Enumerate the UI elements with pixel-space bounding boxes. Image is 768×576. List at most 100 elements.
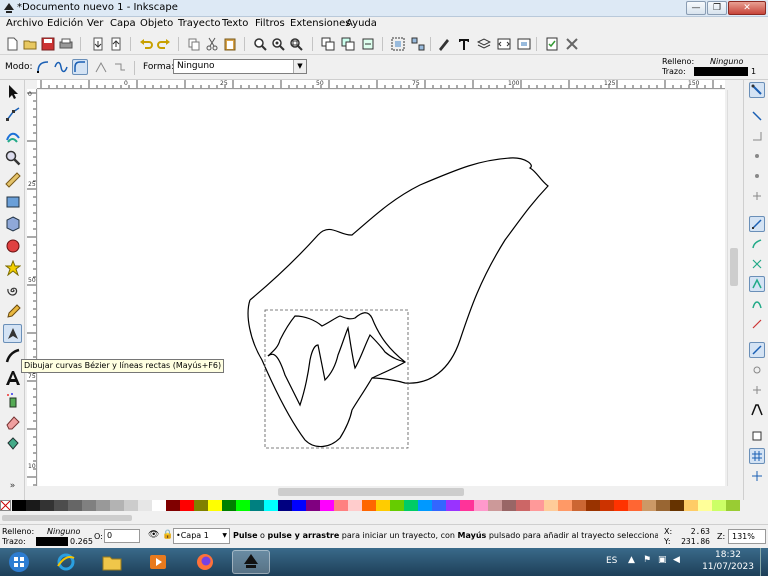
pencil-tool-icon[interactable] [3,302,22,321]
spiral-tool-icon[interactable] [3,280,22,299]
group-icon[interactable] [390,36,405,51]
palette-swatch[interactable] [152,500,166,511]
file-explorer-icon[interactable] [93,550,131,574]
no-paint-swatch[interactable] [0,500,11,511]
snap-enable-icon[interactable] [749,82,765,98]
palette-swatch[interactable] [40,500,54,511]
box3d-tool-icon[interactable] [3,214,22,233]
palette-swatch[interactable] [530,500,544,511]
layer-visibility-icon[interactable]: 👁 [148,530,159,540]
star-tool-icon[interactable] [3,258,22,277]
menu-ayuda[interactable]: Ayuda [346,18,377,29]
node-tool-icon[interactable] [3,104,22,123]
mode-zigzag-icon[interactable] [93,59,109,75]
clock-date[interactable]: 11/07/2023 [700,562,756,572]
clock-time[interactable]: 18:32 [706,550,750,560]
menu-filtros[interactable]: Filtros [255,18,285,29]
palette-swatch[interactable] [586,500,600,511]
print-icon[interactable] [58,36,73,51]
ungroup-icon[interactable] [410,36,425,51]
palette-swatch[interactable] [376,500,390,511]
palette-swatch[interactable] [138,500,152,511]
palette-swatch[interactable] [572,500,586,511]
palette-swatch[interactable] [250,500,264,511]
menu-texto[interactable]: Texto [222,18,248,29]
ellipse-tool-icon[interactable] [3,236,22,255]
palette-swatch[interactable] [292,500,306,511]
menu-capa[interactable]: Capa [110,18,136,29]
palette-swatch[interactable] [194,500,208,511]
palette-swatch[interactable] [684,500,698,511]
close-button[interactable]: ✕ [728,1,766,15]
network-icon[interactable]: ▣ [658,555,667,565]
palette-swatch[interactable] [670,500,684,511]
palette-swatch[interactable] [656,500,670,511]
palette-swatch[interactable] [54,500,68,511]
palette-swatch[interactable] [474,500,488,511]
undo-icon[interactable] [138,36,153,51]
palette-swatch[interactable] [698,500,712,511]
save-icon[interactable] [40,36,55,51]
palette-swatch[interactable] [712,500,726,511]
palette-swatch[interactable] [418,500,432,511]
palette-scroll-thumb[interactable] [2,515,132,521]
eraser-tool-icon[interactable] [3,412,22,431]
palette-swatch[interactable] [390,500,404,511]
selector-tool-icon[interactable] [3,82,22,101]
open-icon[interactable] [22,36,37,51]
palette-swatch[interactable] [222,500,236,511]
mode-regular-bezier-icon[interactable] [35,59,51,75]
palette-swatch[interactable] [600,500,614,511]
volume-icon[interactable]: ◀ [673,555,680,565]
paint-bucket-tool-icon[interactable] [3,434,22,453]
layer-lock-icon[interactable]: 🔒 [162,530,173,540]
color-palette[interactable] [0,500,768,511]
drawn-shape-inner-path[interactable] [247,299,407,448]
palette-swatch[interactable] [502,500,516,511]
snap-to-paths-icon[interactable] [749,236,765,252]
palette-swatch[interactable] [278,500,292,511]
new-doc-icon[interactable] [4,36,19,51]
menu-edicion[interactable]: Edición [47,18,83,29]
menu-archivo[interactable]: Archivo [6,18,43,29]
snap-object-center-icon[interactable] [749,362,765,378]
text-tool-icon[interactable] [3,368,22,387]
spray-tool-icon[interactable] [3,390,22,409]
palette-swatch[interactable] [264,500,278,511]
menu-extensiones[interactable]: Extensiones [290,18,350,29]
horizontal-scrollbar[interactable] [38,486,726,498]
palette-swatch[interactable] [558,500,572,511]
snap-bbox-midpoint-icon[interactable] [749,168,765,184]
calligraphy-tool-icon[interactable] [3,346,22,365]
snap-nodes-icon[interactable] [749,216,765,232]
fill-stroke-icon[interactable] [436,36,451,51]
import-icon[interactable] [90,36,105,51]
redo-icon[interactable] [156,36,171,51]
export-icon[interactable] [108,36,123,51]
status-stroke-swatch[interactable] [36,537,68,546]
text-font-icon[interactable] [456,36,471,51]
palette-swatch[interactable] [362,500,376,511]
more-tools-icon[interactable]: » [3,480,22,492]
palette-swatch[interactable] [334,500,348,511]
zoom-selection-icon[interactable] [252,36,267,51]
start-button-icon[interactable] [4,550,34,574]
action-center-icon[interactable]: ⚑ [643,555,651,565]
zoom-page-icon[interactable] [288,36,303,51]
layer-select[interactable]: •Capa 1 ▼ [173,528,230,544]
mode-paraxial-icon[interactable] [112,59,128,75]
snap-smooth-nodes-icon[interactable] [749,296,765,312]
tweak-tool-icon[interactable] [3,126,22,145]
opacity-input[interactable]: 0 [104,529,140,543]
pen-bezier-tool-icon[interactable] [3,324,22,343]
drawn-shape-outer-path[interactable] [249,157,549,384]
palette-swatch[interactable] [68,500,82,511]
show-desktop-button[interactable] [760,548,768,576]
palette-swatch[interactable] [614,500,628,511]
drawing-canvas[interactable] [38,90,725,486]
shape-select[interactable]: Ninguno ▼ [173,59,307,74]
inkscape-task-icon[interactable] [232,550,270,574]
stroke-swatch[interactable] [694,67,748,76]
mode-bspline-icon[interactable] [72,59,88,75]
xml-editor-icon[interactable] [496,36,511,51]
